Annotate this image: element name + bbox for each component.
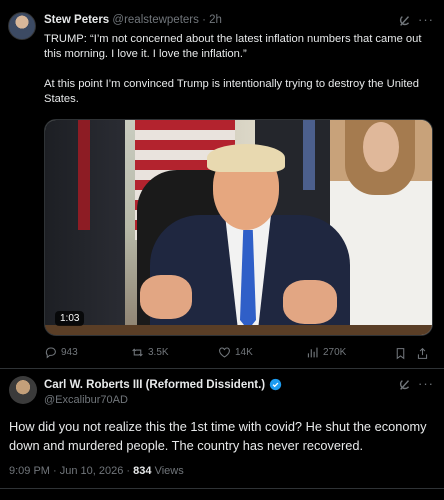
reply-text: How did you not realize this the 1st tim… [9,419,427,453]
post-time[interactable]: · 2h [202,14,222,26]
grok-icon[interactable] [398,378,412,392]
post-header: Stew Peters @realstewpeters · 2h [44,14,222,26]
reply-meta: 9:09 PM · Jun 10, 2026 · 834 Views [9,465,184,477]
repost-count: 3.5K [148,347,169,358]
author-handle[interactable]: @realstewpeters [112,14,198,26]
reply-time[interactable]: 9:09 PM [9,465,50,477]
verified-icon [269,378,282,391]
reply-avatar[interactable] [9,376,37,404]
reply-author-row: Carl W. Roberts III (Reformed Dissident.… [44,378,282,391]
author-name[interactable]: Stew Peters [44,14,109,26]
post-text-paragraph-1: TRUMP: “I’m not concerned about the late… [44,33,422,60]
reply-count: 943 [61,347,78,358]
grok-icon[interactable] [398,14,412,28]
bookmark-icon[interactable] [394,347,407,360]
reply-author-name[interactable]: Carl W. Roberts III (Reformed Dissident.… [44,379,265,391]
reply-date[interactable]: · Jun 10, 2026 · [53,465,130,477]
post-actions: 943 3.5K 14K 270K [44,346,433,362]
like-count: 14K [235,347,253,358]
reply-author-handle[interactable]: @Excalibur70AD [44,394,128,406]
share-icon[interactable] [416,347,429,360]
like-button[interactable]: 14K [218,346,253,359]
views-button[interactable]: 270K [306,346,346,359]
video-player[interactable]: 1:03 [44,119,433,336]
post-text: TRUMP: “I’m not concerned about the late… [44,32,429,122]
post-main: Stew Peters @realstewpeters · 2h ··· TRU… [0,0,444,368]
more-icon[interactable]: ··· [418,12,434,27]
video-duration-badge: 1:03 [55,311,85,326]
avatar[interactable] [8,12,36,40]
reply-views-label: Views [154,465,184,477]
views-icon [307,347,318,358]
post-text-paragraph-2: At this point I’m convinced Trump is int… [44,78,419,105]
divider [0,488,444,489]
views-count: 270K [323,347,347,358]
repost-icon [132,348,143,357]
repost-button[interactable]: 3.5K [131,346,169,359]
like-icon [219,347,230,358]
divider [0,368,444,369]
reply-button[interactable]: 943 [44,346,78,359]
reply-icon [45,347,56,359]
reply-views-count: 834 [133,465,152,477]
more-icon[interactable]: ··· [418,376,434,391]
